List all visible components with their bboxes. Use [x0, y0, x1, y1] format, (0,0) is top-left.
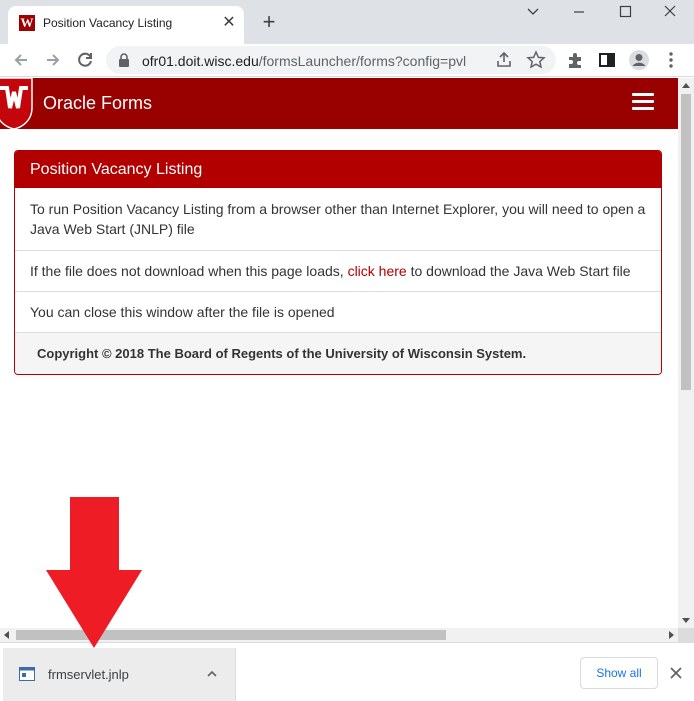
maximize-icon [619, 5, 632, 18]
browser-toolbar: ofr01.doit.wisc.edu/formsLauncher/forms?… [0, 44, 694, 77]
panel-heading: Position Vacancy Listing [15, 151, 661, 188]
download-item[interactable]: frmservlet.jnlp [3, 648, 236, 701]
horizontal-scrollbar[interactable] [0, 628, 678, 642]
download-text-before: If the file does not download when this … [30, 263, 348, 279]
minimize-button[interactable] [556, 0, 602, 28]
address-bar[interactable]: ofr01.doit.wisc.edu/formsLauncher/forms?… [106, 46, 556, 74]
download-text-after: to download the Java Web Start file [406, 263, 631, 279]
scroll-left-icon[interactable] [4, 631, 9, 639]
scroll-right-icon[interactable] [669, 631, 674, 639]
arrow-left-icon [14, 54, 27, 66]
download-filename: frmservlet.jnlp [48, 667, 129, 682]
tab-title: Position Vacancy Listing [43, 16, 173, 30]
browser-tab[interactable]: W Position Vacancy Listing ✕ [8, 6, 244, 44]
file-icon [19, 667, 35, 681]
panel-row-instructions: To run Position Vacancy Listing from a b… [15, 188, 661, 251]
panel-footer-copyright: Copyright © 2018 The Board of Regents of… [15, 333, 661, 374]
close-download-bar-icon[interactable] [666, 663, 686, 683]
info-panel: Position Vacancy Listing To run Position… [14, 150, 662, 375]
uw-crest-logo [0, 78, 33, 129]
download-bar: frmservlet.jnlp Show all [0, 642, 694, 701]
tab-close-icon[interactable]: ✕ [220, 14, 238, 32]
tab-search-button[interactable] [510, 0, 556, 28]
uw-favicon-icon: W [19, 15, 35, 31]
scroll-down-icon[interactable] [682, 618, 690, 623]
profile-avatar-icon[interactable] [627, 48, 651, 72]
vertical-scroll-thumb[interactable] [681, 94, 691, 390]
url-path: /formsLauncher/forms?config=pvl [258, 53, 467, 69]
panel-row-close-note: You can close this window after the file… [15, 292, 661, 333]
scrollbar-corner [678, 628, 694, 642]
scroll-up-icon[interactable] [682, 83, 690, 88]
maximize-button[interactable] [602, 0, 648, 28]
minimize-icon [574, 11, 584, 13]
reload-icon [78, 52, 92, 67]
share-icon[interactable] [494, 50, 514, 70]
close-window-button[interactable] [648, 0, 694, 28]
panel-row-download: If the file does not download when this … [15, 251, 661, 292]
vertical-scrollbar[interactable] [678, 78, 694, 628]
tab-strip: W Position Vacancy Listing ✕ + [0, 0, 694, 44]
chevron-up-icon[interactable] [204, 666, 220, 682]
bookmark-star-icon[interactable] [526, 50, 546, 70]
url-host: ofr01.doit.wisc.edu [142, 53, 259, 69]
menu-kebab-icon[interactable] [659, 48, 683, 72]
forward-button[interactable] [41, 48, 65, 72]
brand-title[interactable]: Oracle Forms [43, 93, 152, 114]
site-navbar: Oracle Forms [0, 78, 678, 129]
page-viewport: Oracle Forms Position Vacancy Listing To… [0, 78, 678, 628]
chevron-down-icon [527, 8, 539, 15]
hamburger-menu-icon[interactable] [632, 93, 654, 111]
close-icon [664, 5, 676, 17]
back-button[interactable] [9, 48, 33, 72]
extensions-icon[interactable] [563, 48, 587, 72]
reload-button[interactable] [73, 48, 97, 72]
click-here-link[interactable]: click here [348, 263, 407, 279]
side-panel-icon[interactable] [595, 48, 619, 72]
horizontal-scroll-thumb[interactable] [16, 630, 446, 640]
new-tab-button[interactable]: + [256, 10, 282, 36]
lock-icon [119, 53, 129, 67]
arrow-right-icon [47, 54, 60, 66]
show-all-button[interactable]: Show all [580, 657, 658, 689]
url-text: ofr01.doit.wisc.edu/formsLauncher/forms?… [142, 53, 466, 69]
